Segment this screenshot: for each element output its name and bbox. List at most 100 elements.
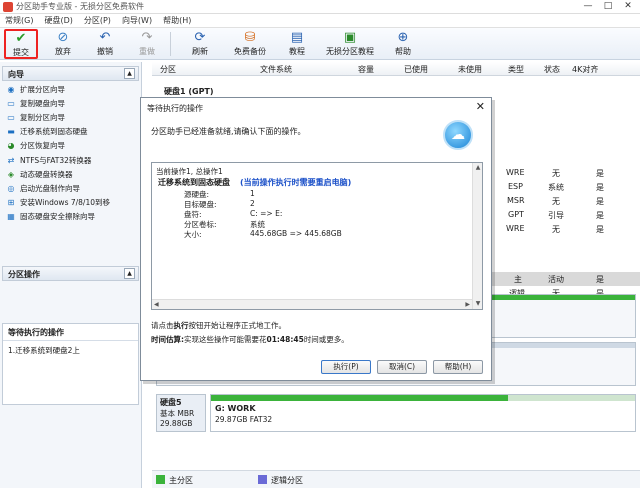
- detail-key: 大小:: [184, 230, 202, 239]
- col-unused[interactable]: 未使用: [458, 64, 482, 75]
- hint-bold: 执行: [173, 321, 189, 330]
- scroll-up-icon[interactable]: ▲: [474, 164, 482, 172]
- legend-logical: 逻辑分区: [258, 475, 303, 486]
- time-estimate: 时间估算:实现这些操作可能需要花01:48:45时间或更多。: [151, 334, 349, 345]
- free-backup-button[interactable]: ⛁ 免费备份: [226, 30, 274, 58]
- minimize-button[interactable]: —: [578, 0, 598, 13]
- wizard-item-extend-partition[interactable]: ◉ 扩展分区向导: [2, 82, 139, 96]
- windows-icon: ⊞: [7, 198, 15, 208]
- col-type[interactable]: 类型: [508, 64, 524, 75]
- wizard-item-migrate-os[interactable]: ▬ 迁移系统到固态硬盘: [2, 125, 139, 139]
- window-controls: — □ ✕: [578, 0, 638, 13]
- wizard-item-copy-disk[interactable]: ▭ 复制硬盘向导: [2, 96, 139, 110]
- col-4k-align[interactable]: 4K对齐: [572, 64, 598, 75]
- primary-swatch: [156, 475, 165, 484]
- wizard-item-copy-partition[interactable]: ▭ 复制分区向导: [2, 110, 139, 124]
- dialog-help-button[interactable]: 帮助(H): [433, 360, 483, 374]
- checkmark-icon: ✔: [15, 31, 27, 46]
- pending-operation-item[interactable]: 1.迁移系统到硬盘2上: [3, 341, 138, 360]
- wizard-item-label: 复制分区向导: [20, 112, 65, 122]
- discard-button[interactable]: ⊘ 放弃: [48, 30, 78, 58]
- discard-label: 放弃: [55, 47, 71, 56]
- col-partition[interactable]: 分区: [160, 64, 176, 75]
- wizard-item-dynamic-disk[interactable]: ◈ 动态硬盘转换器: [2, 167, 139, 181]
- help-label: 帮助: [395, 47, 411, 56]
- dialog-close-button[interactable]: ✕: [476, 100, 485, 113]
- menu-help[interactable]: 帮助(H): [158, 14, 197, 27]
- vertical-scrollbar[interactable]: ▲ ▼: [472, 163, 482, 309]
- wizard-item-ssd-erase[interactable]: ▦ 固态硬盘安全擦除向导: [2, 210, 139, 224]
- refresh-icon: ⟳: [194, 30, 206, 45]
- disk5-type: 基本 MBR: [160, 409, 195, 418]
- left-panel: 向导 ▲ ◉ 扩展分区向导 ▭ 复制硬盘向导 ▭ 复制分区向导 ▬ 迁移系统到固态硬盘 …: [0, 62, 142, 488]
- redo-button[interactable]: ↷ 重做: [132, 30, 162, 58]
- ssd-icon: ▬: [7, 127, 15, 137]
- wizard-list: ◉ 扩展分区向导 ▭ 复制硬盘向导 ▭ 复制分区向导 ▬ 迁移系统到固态硬盘 ◕ 分区恢复…: [2, 82, 139, 224]
- execute-button[interactable]: 执行(P): [321, 360, 371, 374]
- scroll-right-icon[interactable]: ▶: [465, 301, 470, 308]
- lossless-icon: ▣: [343, 30, 357, 45]
- wizard-item-label: 复制硬盘向导: [20, 98, 65, 108]
- hint-post: 按钮开始让程序正式地工作。: [188, 321, 287, 330]
- operation-details-list[interactable]: 当前操作1, 总操作1 迁移系统到固态硬盘 (当前操作执行时需要重启电脑) 源硬盘…: [151, 162, 483, 310]
- wizard-section-header[interactable]: 向导 ▲: [2, 66, 139, 81]
- detail-value: C: => E:: [250, 209, 283, 218]
- undo-icon: ↶: [99, 30, 111, 45]
- menu-general[interactable]: 常规(G): [0, 14, 39, 27]
- disk5-map: 硬盘5 基本 MBR 29.88GB G: WORK 29.87GB FAT32: [156, 394, 636, 434]
- commit-button[interactable]: ✔ 提交: [4, 29, 38, 59]
- close-window-button[interactable]: ✕: [618, 0, 638, 13]
- ops-count: 当前操作1, 总操作1: [156, 167, 223, 176]
- partition-ops-title: 分区操作: [8, 270, 40, 279]
- tutorial-button[interactable]: ▤ 教程: [282, 30, 312, 58]
- menu-partition[interactable]: 分区(P): [79, 14, 117, 27]
- book-icon: ▤: [290, 30, 304, 45]
- undo-button[interactable]: ↶ 撤销: [90, 30, 120, 58]
- col-filesystem[interactable]: 文件系统: [260, 64, 292, 75]
- usage-bar: [211, 395, 635, 401]
- scroll-down-icon[interactable]: ▼: [474, 300, 482, 308]
- disk-icon: ▭: [7, 98, 15, 108]
- dialog-title: 等待执行的操作: [147, 104, 203, 113]
- wizard-item-windows-to-go[interactable]: ⊞ 安装Windows 7/8/10到移: [2, 196, 139, 210]
- wizard-item-bootable-media[interactable]: ◎ 启动光盘制作向导: [2, 181, 139, 195]
- cancel-button[interactable]: 取消(C): [377, 360, 427, 374]
- menu-wizard[interactable]: 向导(W): [117, 14, 158, 27]
- col-status[interactable]: 状态: [544, 64, 560, 75]
- cell-type: GPT: [508, 210, 524, 219]
- wizard-item-label: 动态硬盘转换器: [20, 169, 73, 179]
- cell-status: 系统: [548, 183, 564, 192]
- wizard-item-partition-recovery[interactable]: ◕ 分区恢复向导: [2, 139, 139, 153]
- disk1-label[interactable]: 硬盘1 (GPT): [164, 86, 214, 97]
- window-title: 分区助手专业版 - 无损分区免费软件: [16, 2, 144, 11]
- hint-pre: 请点击: [151, 321, 174, 330]
- scroll-left-icon[interactable]: ◀: [154, 301, 159, 308]
- redo-icon: ↷: [141, 30, 153, 45]
- col-used[interactable]: 已使用: [404, 64, 428, 75]
- logical-swatch: [258, 475, 267, 484]
- col-capacity[interactable]: 容量: [358, 64, 374, 75]
- help-button[interactable]: ⊕ 帮助: [388, 30, 418, 58]
- wizard-item-label: 安装Windows 7/8/10到移: [20, 198, 111, 208]
- app-icon: [3, 2, 13, 12]
- disk5-info[interactable]: 硬盘5 基本 MBR 29.88GB: [156, 394, 206, 432]
- wizard-item-label: 固态硬盘安全擦除向导: [20, 212, 95, 222]
- cell-type: 主: [514, 275, 522, 284]
- convert-icon: ⇄: [7, 155, 15, 165]
- partition-detail: 29.87GB FAT32: [215, 415, 273, 424]
- collapse-icon[interactable]: ▲: [124, 68, 135, 79]
- cell-type: WRE: [506, 224, 525, 233]
- horizontal-scrollbar[interactable]: ◀ ▶: [152, 299, 472, 309]
- disk5-partition-g[interactable]: G: WORK 29.87GB FAT32: [210, 394, 636, 432]
- refresh-button[interactable]: ⟳ 刷新: [184, 30, 216, 58]
- cell-align: 是: [596, 197, 604, 206]
- menu-disk[interactable]: 硬盘(D): [39, 14, 78, 27]
- cell-status: 无: [552, 197, 560, 206]
- title-bar: 分区助手专业版 - 无损分区免费软件 — □ ✕: [0, 0, 640, 14]
- partition-ops-section-header[interactable]: 分区操作 ▲: [2, 266, 139, 281]
- wizard-item-ntfs-fat32[interactable]: ⇄ NTFS与FAT32转换器: [2, 153, 139, 167]
- partition-name: G: WORK: [215, 404, 256, 413]
- collapse-icon[interactable]: ▲: [124, 268, 135, 279]
- maximize-button[interactable]: □: [598, 0, 618, 13]
- lossless-tutorial-button[interactable]: ▣ 无损分区教程: [322, 30, 378, 58]
